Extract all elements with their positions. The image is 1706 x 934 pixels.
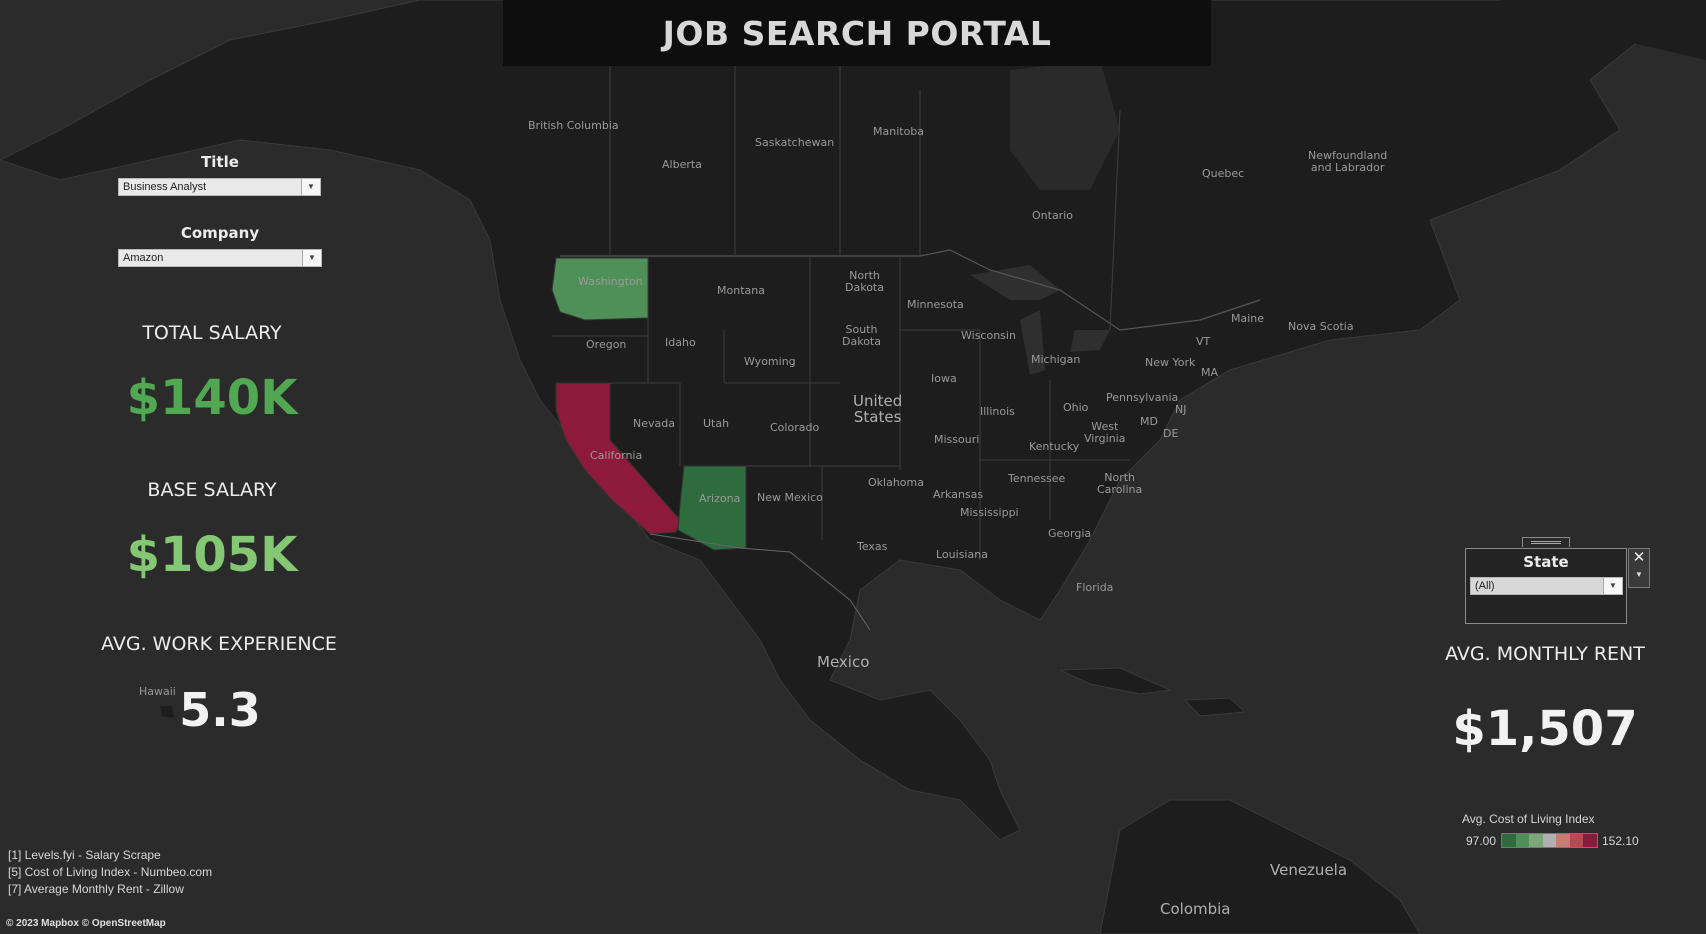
company-dropdown[interactable]: Amazon ▼ (118, 249, 322, 267)
label-wisconsin: Wisconsin (961, 329, 1016, 342)
source-note-1: [1] Levels.fyi - Salary Scrape (8, 848, 161, 862)
color-legend-bar (1501, 833, 1598, 848)
label-arizona: Arizona (699, 492, 741, 505)
state-filter-label: State (1523, 553, 1569, 571)
label-north-dakota: North Dakota (845, 269, 884, 294)
avg-work-experience-value: 5.3 (179, 683, 261, 737)
avg-monthly-rent-value: $1,507 (1452, 701, 1638, 757)
label-ma: MA (1201, 366, 1219, 379)
label-md: MD (1140, 415, 1158, 428)
title-filter-label: Title (201, 153, 239, 171)
label-nj: NJ (1175, 403, 1187, 416)
legend-swatch-0 (1502, 834, 1516, 847)
dashboard-title: JOB SEARCH PORTAL (662, 13, 1052, 53)
legend-swatch-4 (1556, 834, 1570, 847)
title-dropdown[interactable]: Business Analyst ▼ (118, 178, 321, 196)
label-minnesota: Minnesota (907, 298, 964, 311)
label-idaho: Idaho (665, 336, 696, 349)
base-salary-value: $105K (126, 527, 298, 583)
label-missouri: Missouri (934, 433, 980, 446)
label-united-states: United States (853, 392, 903, 426)
label-british-columbia: British Columbia (528, 119, 619, 132)
label-nova-scotia: Nova Scotia (1288, 320, 1354, 333)
title-dropdown-value: Business Analyst (123, 181, 207, 193)
close-icon[interactable]: ✕ (1629, 549, 1649, 567)
label-saskatchewan: Saskatchewan (755, 136, 835, 149)
menu-down-icon[interactable]: ▼ (1629, 567, 1649, 583)
label-arkansas: Arkansas (933, 488, 984, 501)
state-washington[interactable] (551, 257, 649, 321)
label-new-mexico: New Mexico (757, 491, 823, 504)
source-note-3: [7] Average Monthly Rent - Zillow (8, 882, 184, 896)
label-oregon: Oregon (586, 338, 627, 351)
label-north-carolina: North Carolina (1097, 471, 1143, 496)
label-manitoba: Manitoba (873, 125, 925, 138)
legend-swatch-1 (1515, 834, 1530, 847)
legend-swatch-2 (1529, 834, 1543, 847)
label-alberta: Alberta (662, 158, 702, 171)
label-colorado: Colorado (770, 421, 820, 434)
base-salary-label: BASE SALARY (147, 479, 277, 501)
dashboard-title-bar: JOB SEARCH PORTAL (503, 0, 1211, 66)
state-dropdown[interactable]: (All) ▼ (1470, 577, 1623, 595)
legend-swatch-3 (1542, 834, 1557, 847)
color-legend-title: Avg. Cost of Living Index (1462, 812, 1595, 826)
state-dropdown-value: (All) (1475, 580, 1495, 592)
label-illinois: Illinois (980, 405, 1015, 418)
label-tennessee: Tennessee (1008, 472, 1066, 485)
label-california: California (590, 449, 643, 462)
map-attribution-link[interactable]: © 2023 Mapbox © OpenStreetMap (6, 918, 166, 929)
label-kentucky: Kentucky (1029, 440, 1080, 453)
company-filter-label: Company (180, 224, 260, 242)
label-texas: Texas (857, 540, 888, 553)
label-newfoundland: Newfoundland and Labrador (1308, 149, 1388, 174)
legend-swatch-6 (1583, 834, 1598, 847)
label-iowa: Iowa (931, 372, 957, 385)
state-filter-drag-handle[interactable] (1522, 537, 1570, 547)
avg-monthly-rent-label: AVG. MONTHLY RENT (1445, 643, 1645, 665)
label-oklahoma: Oklahoma (868, 476, 924, 489)
label-wyoming: Wyoming (744, 355, 796, 368)
total-salary-label: TOTAL SALARY (142, 322, 282, 344)
label-georgia: Georgia (1048, 527, 1092, 540)
source-note-2: [5] Cost of Living Index - Numbeo.com (8, 865, 213, 879)
state-filter-card: State (All) ▼ (1465, 548, 1627, 624)
chevron-down-icon[interactable]: ▼ (301, 179, 320, 195)
label-maine: Maine (1231, 312, 1265, 325)
label-new-york: New York (1145, 356, 1196, 369)
label-utah: Utah (703, 417, 730, 430)
label-vt: VT (1196, 335, 1211, 348)
legend-swatch-5 (1569, 834, 1584, 847)
label-michigan: Michigan (1031, 353, 1081, 366)
company-dropdown-value: Amazon (123, 252, 164, 264)
label-florida: Florida (1076, 581, 1114, 594)
label-ohio: Ohio (1063, 401, 1089, 414)
label-mississippi: Mississippi (960, 506, 1019, 519)
color-legend-min: 97.00 (1466, 834, 1497, 848)
label-ontario: Ontario (1032, 209, 1073, 222)
label-montana: Montana (717, 284, 765, 297)
label-pennsylvania: Pennsylvania (1106, 391, 1179, 404)
label-mexico: Mexico (817, 653, 870, 671)
color-legend-max: 152.10 (1602, 834, 1639, 848)
label-washington: Washington (578, 275, 643, 288)
label-west-virginia: West Virginia (1084, 420, 1126, 445)
avg-work-experience-label: AVG. WORK EXPERIENCE (101, 633, 337, 655)
label-venezuela: Venezuela (1270, 861, 1348, 879)
label-colombia: Colombia (1160, 900, 1231, 918)
chevron-down-icon[interactable]: ▼ (1603, 578, 1622, 594)
state-filter-controls: ✕ ▼ (1628, 548, 1650, 588)
label-south-dakota: South Dakota (842, 323, 881, 348)
chevron-down-icon[interactable]: ▼ (302, 250, 321, 266)
label-louisiana: Louisiana (936, 548, 988, 561)
total-salary-value: $140K (126, 370, 298, 426)
label-quebec: Quebec (1202, 167, 1245, 180)
map-canvas[interactable] (0, 0, 1706, 934)
label-de: DE (1163, 427, 1179, 440)
label-nevada: Nevada (633, 417, 675, 430)
